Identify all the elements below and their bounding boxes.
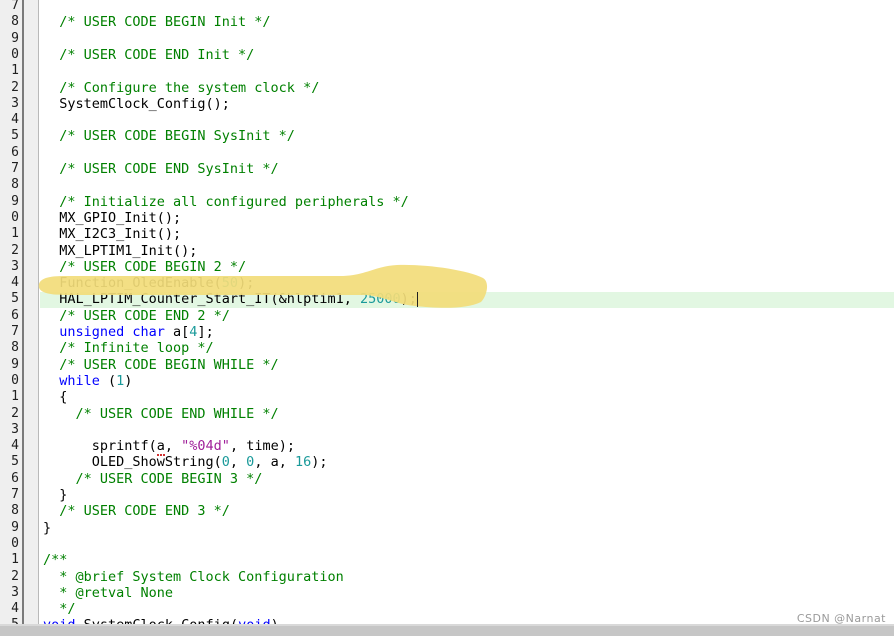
code-line[interactable] (0, 112, 894, 128)
text-caret (416, 292, 419, 308)
code-token-pl: , a, (254, 454, 295, 471)
code-token-pl: ) (124, 372, 133, 389)
code-editor[interactable]: 789012345678901234567890123456789012345 … (0, 0, 894, 636)
code-token-pl: Function_OledEnable( (59, 275, 222, 292)
code-token-pl: ); (311, 454, 328, 471)
code-line[interactable]: /* USER CODE BEGIN SysInit */ (0, 128, 894, 144)
code-token-cmt: /* Configure the system clock */ (59, 79, 320, 96)
code-line[interactable]: { (0, 389, 894, 405)
code-line[interactable] (0, 536, 894, 552)
code-line[interactable]: /* USER CODE END SysInit */ (0, 161, 894, 177)
code-token-pl: , (229, 454, 247, 471)
code-token-cmt: /* Infinite loop */ (59, 340, 214, 357)
code-token-pl: } (59, 487, 68, 503)
code-line[interactable]: /* USER CODE END 3 */ (0, 503, 894, 519)
code-token-squig: a (156, 438, 165, 457)
code-line[interactable]: * @retval None (0, 585, 894, 601)
code-token-pl: ( (99, 372, 117, 389)
code-token-pl: , time); (229, 438, 295, 455)
code-token-cmt: /* USER CODE BEGIN WHILE */ (59, 356, 279, 373)
code-token-cmt: /* USER CODE END WHILE */ (75, 405, 279, 422)
code-token-cmt: /* USER CODE END SysInit */ (59, 161, 279, 177)
code-line[interactable] (0, 422, 894, 438)
code-line[interactable]: /* USER CODE BEGIN Init */ (0, 14, 894, 30)
code-line[interactable] (0, 63, 894, 79)
code-token-pl: MX_LPTIM1_Init(); (59, 242, 198, 259)
code-line[interactable]: } (0, 487, 894, 503)
code-token-cmt: /* USER CODE BEGIN Init */ (59, 14, 271, 31)
code-line[interactable] (0, 31, 894, 47)
code-token-pl: OLED_ShowString( (91, 454, 222, 471)
code-line[interactable]: /* USER CODE BEGIN 3 */ (0, 471, 894, 487)
code-content[interactable]: /* USER CODE BEGIN Init */ /* USER CODE E… (0, 0, 894, 636)
code-token-cmt: /* USER CODE END Init */ (59, 46, 255, 63)
code-token-pl: sprintf( (91, 438, 157, 455)
code-line[interactable]: MX_LPTIM1_Init(); (0, 243, 894, 259)
code-line[interactable]: /* USER CODE END WHILE */ (0, 406, 894, 422)
code-token-pl: a[ (164, 324, 190, 340)
code-token-num: 0 (221, 454, 230, 471)
code-line[interactable] (0, 145, 894, 161)
code-line[interactable] (0, 177, 894, 193)
code-token-pl: } (43, 519, 52, 536)
code-line[interactable]: } (0, 520, 894, 536)
code-token-pl: SystemClock_Config(); (59, 95, 230, 112)
code-token-cmt: /* Initialize all configured peripherals… (59, 193, 409, 210)
code-line[interactable]: while (1) (0, 373, 894, 389)
code-line[interactable]: MX_GPIO_Init(); (0, 210, 894, 226)
code-token-pl: ); (238, 275, 255, 292)
code-token-cmt: */ (59, 601, 76, 618)
code-line[interactable]: /* USER CODE BEGIN WHILE */ (0, 357, 894, 373)
code-line[interactable]: SystemClock_Config(); (0, 96, 894, 112)
code-line[interactable]: /* USER CODE END 2 */ (0, 308, 894, 324)
code-token-num: 50 (221, 275, 239, 292)
code-token-cmt: * @brief System Clock Configuration (59, 568, 344, 585)
code-token-cmt: /* USER CODE BEGIN 2 */ (59, 258, 247, 275)
code-token-cmt: /* USER CODE END 3 */ (59, 503, 230, 520)
code-token-kw: while (59, 372, 100, 389)
code-token-kw: unsigned char (59, 324, 165, 340)
code-token-cmt: /* USER CODE END 2 */ (59, 307, 230, 324)
code-token-cmt: /* USER CODE BEGIN SysInit */ (59, 128, 295, 145)
code-line[interactable]: */ (0, 601, 894, 617)
code-token-str: "%04d" (181, 438, 230, 455)
code-line[interactable] (0, 0, 894, 14)
code-token-pl: MX_I2C3_Init(); (59, 226, 182, 243)
code-line[interactable]: /** (0, 552, 894, 568)
code-line[interactable]: /* USER CODE BEGIN 2 */ (0, 259, 894, 275)
code-token-num: 16 (294, 454, 312, 471)
code-line[interactable]: MX_I2C3_Init(); (0, 226, 894, 242)
code-line[interactable]: /* USER CODE END Init */ (0, 47, 894, 63)
code-token-pl: HAL_LPTIM_Counter_Start_IT(&hlptim1, (59, 291, 360, 308)
code-line[interactable]: * @brief System Clock Configuration (0, 569, 894, 585)
code-line[interactable]: /* Initialize all configured peripherals… (0, 194, 894, 210)
code-line[interactable]: Function_OledEnable(50); (0, 275, 894, 291)
code-token-cmt: /** (43, 552, 68, 569)
code-line[interactable]: /* Configure the system clock */ (0, 80, 894, 96)
code-token-pl: { (59, 389, 68, 406)
code-token-pl: ); (400, 291, 417, 308)
code-line[interactable]: sprintf(a, "%04d", time); (0, 438, 894, 457)
watermark: CSDN @Narnat (796, 612, 886, 625)
code-token-num: 25000 (359, 291, 401, 308)
code-line[interactable]: HAL_LPTIM_Counter_Start_IT(&hlptim1, 250… (0, 291, 894, 307)
code-token-pl: , (164, 438, 182, 455)
code-token-cmt: /* USER CODE BEGIN 3 */ (75, 470, 263, 487)
code-token-pl: MX_GPIO_Init(); (59, 209, 182, 226)
code-line[interactable]: /* Infinite loop */ (0, 340, 894, 356)
code-token-pl: ]; (197, 324, 214, 340)
code-line[interactable]: unsigned char a[4]; (0, 324, 894, 340)
code-line[interactable]: OLED_ShowString(0, 0, a, 16); (0, 454, 894, 470)
bottom-bar (0, 626, 894, 636)
code-token-cmt: * @retval None (59, 584, 174, 601)
